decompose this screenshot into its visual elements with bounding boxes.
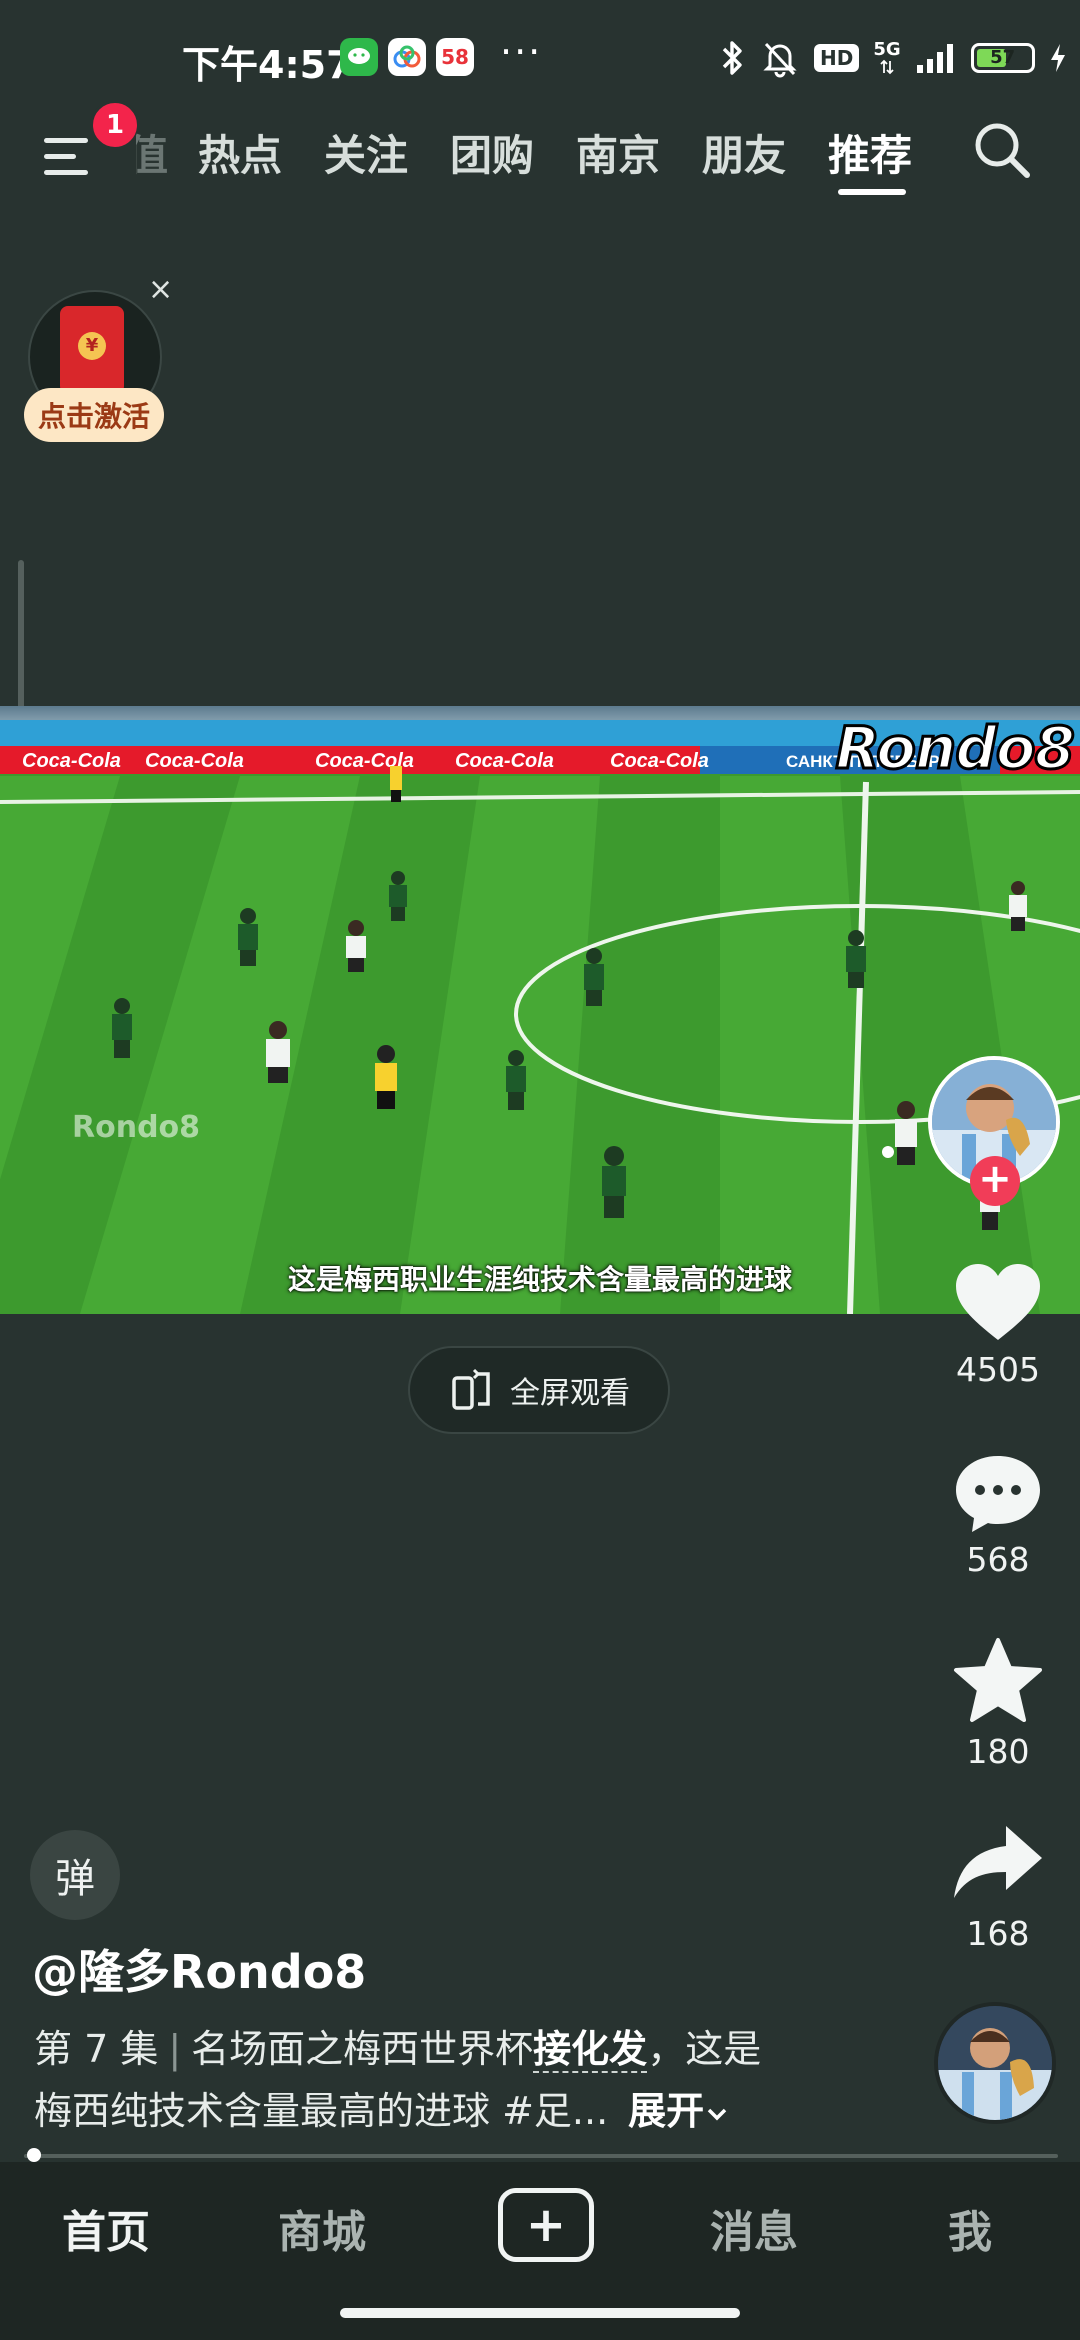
like-count: 4505 [956, 1350, 1040, 1389]
playback-progress-track[interactable] [24, 2154, 1058, 2158]
mute-bell-icon [763, 42, 797, 78]
menu-icon [44, 138, 88, 143]
scroll-indicator [18, 560, 24, 710]
episode-separator: | [168, 2027, 182, 2071]
menu-button[interactable] [38, 128, 94, 184]
ad-board-text: Coca-Cola [22, 750, 121, 772]
hd-badge: HD [814, 44, 860, 72]
tab-recommended[interactable]: 推荐 [828, 122, 912, 183]
battery-icon: 57 [970, 43, 1035, 73]
video-player[interactable]: Coca-Cola Coca-Cola Coca-Cola Coca-Cola … [0, 706, 1080, 1314]
status-indicators: HD 5G 57 [720, 34, 1067, 82]
search-icon [975, 123, 1030, 178]
nav-me[interactable]: 我 [900, 2196, 1040, 2260]
app-58-icon: 58 [436, 38, 474, 76]
comment-button[interactable] [950, 1446, 1046, 1542]
tab-nanjing[interactable]: 南京 [576, 122, 660, 183]
fullscreen-icon [452, 1368, 490, 1410]
author-name[interactable]: @隆多Rondo8 [32, 1936, 366, 2002]
title-prefix: 名场面之梅西世界杯 [191, 2027, 534, 2071]
status-time: 下午4:57 [182, 43, 353, 87]
redpacket-activate-button[interactable]: 点击激活 [24, 388, 164, 442]
expand-label: 展开 [628, 2089, 705, 2133]
fullscreen-label: 全屏观看 [510, 1376, 630, 1411]
nav-home[interactable]: 首页 [36, 2196, 176, 2260]
playback-progress-handle[interactable] [27, 2148, 42, 2162]
share-button[interactable] [950, 1816, 1046, 1912]
signal-icon [916, 44, 953, 73]
search-button[interactable] [970, 118, 1034, 182]
expand-button[interactable]: 展开 [628, 2089, 730, 2133]
notification-badge: 1 [90, 100, 140, 150]
favorite-button[interactable] [950, 1634, 1046, 1730]
post-description-line2[interactable]: 梅西纯技术含量最高的进球 #足... 展开 [34, 2080, 730, 2135]
tab-group-buy[interactable]: 团购 [450, 122, 534, 183]
wechat-app-icon [340, 38, 378, 76]
share-icon [954, 1826, 1042, 1898]
charging-icon [1050, 44, 1065, 72]
music-cover-image [938, 2006, 1052, 2120]
ad-board-text: Coca-Cola [455, 750, 554, 772]
battery-percent: 57 [990, 47, 1016, 68]
video-subtitle: 这是梅西职业生涯纯技术含量最高的进球 [287, 1263, 792, 1296]
menu-icon-line [44, 170, 88, 175]
episode-label: 第 7 集 [34, 2027, 159, 2071]
star-icon [954, 1638, 1042, 1722]
menu-icon-line [44, 154, 76, 159]
like-button[interactable] [950, 1256, 1046, 1352]
music-disc[interactable] [934, 2002, 1056, 2124]
network-indicator: 5G [873, 39, 901, 75]
nav-mall[interactable]: 商城 [252, 2196, 392, 2260]
red-envelope-seal: ¥ [78, 332, 106, 360]
data-arrows-icon [880, 59, 894, 75]
ad-board-text: Coca-Cola [145, 750, 244, 772]
football-pitch-scene: Coca-Cola Coca-Cola Coca-Cola Coca-Cola … [0, 706, 1080, 1314]
cloud-app-icon [388, 38, 426, 76]
video-inner-watermark: Rondo8 [72, 1110, 201, 1145]
tab-hot[interactable]: 热点 [198, 122, 282, 183]
tab-following[interactable]: 关注 [324, 122, 408, 183]
bluetooth-icon [722, 41, 742, 75]
favorite-count: 180 [966, 1732, 1030, 1771]
share-count: 168 [966, 1914, 1030, 1953]
heart-icon [956, 1264, 1040, 1340]
network-type: 5G [873, 39, 901, 60]
video-watermark: Rondo8 [834, 713, 1077, 784]
comment-icon [956, 1456, 1040, 1532]
ad-board-text: Coca-Cola [610, 750, 709, 772]
more-notifications-icon: ··· [500, 30, 543, 74]
active-tab-indicator [838, 189, 906, 195]
redpacket-close-button[interactable]: × [148, 272, 173, 307]
search-keyword-link[interactable]: 接化发 [533, 2027, 648, 2073]
tab-friends[interactable]: 朋友 [702, 122, 786, 183]
danmu-button[interactable]: 弹 [30, 1830, 120, 1920]
chevron-down-icon [707, 2108, 727, 2120]
fullscreen-button[interactable]: 全屏观看 [408, 1346, 670, 1434]
title-suffix: ，这是 [647, 2027, 762, 2071]
description-text: 梅西纯技术含量最高的进球 #足... [34, 2089, 609, 2133]
home-indicator[interactable] [340, 2308, 740, 2318]
comment-count: 568 [966, 1540, 1030, 1579]
post-description[interactable]: 第 7 集 | 名场面之梅西世界杯接化发，这是 [34, 2018, 761, 2073]
nav-messages[interactable]: 消息 [684, 2196, 824, 2260]
follow-button[interactable]: + [970, 1156, 1020, 1206]
create-post-button[interactable]: + [498, 2188, 594, 2262]
